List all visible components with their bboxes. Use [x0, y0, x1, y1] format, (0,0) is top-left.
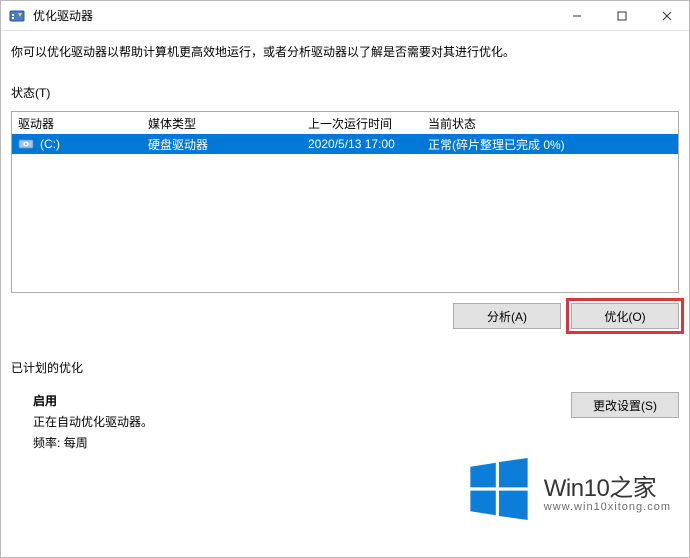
- header-lastrun[interactable]: 上一次运行时间: [302, 113, 422, 134]
- drive-lastrun: 2020/5/13 17:00: [302, 135, 422, 153]
- drive-icon: [18, 137, 34, 151]
- drive-status: 正常(碎片整理已完成 0%): [422, 134, 678, 155]
- scheduled-label: 已计划的优化: [11, 359, 679, 376]
- header-status[interactable]: 当前状态: [422, 113, 678, 134]
- window-title: 优化驱动器: [33, 7, 554, 24]
- titlebar: 优化驱动器: [1, 1, 689, 31]
- status-label: 状态(T): [11, 84, 50, 101]
- schedule-status: 启用: [33, 392, 153, 409]
- column-headers: 驱动器 媒体类型 上一次运行时间 当前状态: [12, 112, 678, 134]
- minimize-button[interactable]: [554, 1, 599, 31]
- analyze-button[interactable]: 分析(A): [453, 303, 561, 329]
- close-button[interactable]: [644, 1, 689, 31]
- optimize-button[interactable]: 优化(O): [571, 303, 679, 329]
- app-icon: [9, 8, 25, 24]
- window-controls: [554, 1, 689, 30]
- maximize-button[interactable]: [599, 1, 644, 31]
- change-settings-button[interactable]: 更改设置(S): [571, 392, 679, 418]
- schedule-desc: 正在自动优化驱动器。: [33, 413, 153, 430]
- drive-row[interactable]: (C:) 硬盘驱动器 2020/5/13 17:00 正常(碎片整理已完成 0%…: [12, 134, 678, 154]
- watermark-title: Win10之家: [544, 468, 671, 503]
- description-text: 你可以优化驱动器以帮助计算机更高效地运行，或者分析驱动器以了解是否需要对其进行优…: [11, 43, 679, 60]
- watermark-url: www.win10xitong.com: [544, 501, 671, 513]
- drive-media: 硬盘驱动器: [142, 134, 302, 155]
- drive-list[interactable]: 驱动器 媒体类型 上一次运行时间 当前状态 (C:) 硬盘驱动器 2020/5/…: [11, 111, 679, 293]
- drive-name: (C:): [40, 137, 60, 151]
- watermark: Win10之家 www.win10xitong.com: [464, 454, 671, 527]
- action-buttons: 分析(A) 优化(O): [11, 303, 679, 329]
- header-drive[interactable]: 驱动器: [12, 113, 142, 134]
- header-media[interactable]: 媒体类型: [142, 113, 302, 134]
- windows-logo-icon: [464, 454, 534, 527]
- schedule-frequency: 频率: 每周: [33, 434, 153, 451]
- schedule-info: 启用 正在自动优化驱动器。 频率: 每周: [11, 392, 153, 451]
